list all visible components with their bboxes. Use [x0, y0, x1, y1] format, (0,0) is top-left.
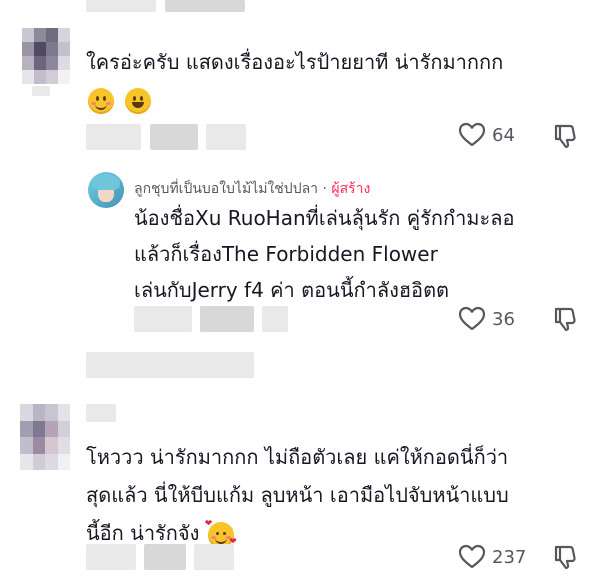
grinning-face-icon	[125, 88, 152, 114]
heart-icon	[458, 122, 486, 148]
avatar-detail	[92, 174, 120, 190]
like-count: 36	[492, 308, 515, 330]
comment-emojis	[88, 88, 157, 114]
blurred-meta	[206, 124, 246, 150]
reply-text: น้องชื่อXu RuoHanที่เล่นลุ้นรัก คู่รักกำ…	[134, 200, 515, 308]
smiling-face-icon	[88, 88, 114, 114]
reply-avatar[interactable]	[88, 172, 124, 208]
like-button[interactable]: 64	[458, 122, 515, 148]
blurred-meta	[165, 0, 245, 12]
separator: ·	[322, 181, 327, 197]
blurred-meta	[194, 544, 234, 570]
blurred-meta	[200, 306, 254, 332]
view-replies-blurred[interactable]	[86, 352, 254, 378]
like-button[interactable]: 237	[458, 544, 526, 570]
blurred-meta	[150, 124, 198, 150]
like-count: 237	[492, 546, 527, 568]
heart-icon	[458, 544, 486, 570]
dislike-icon[interactable]	[552, 544, 578, 570]
comment-text: โหววว น่ารักมากกก ไม่ถือตัวเลย แค่ให้กอด…	[86, 438, 509, 552]
blurred-meta	[86, 124, 141, 150]
dislike-icon[interactable]	[552, 306, 578, 332]
reply-header: ลูกชุบที่เป็นบอใบไม้ไม่ใช่ปปลา · ผู้สร้า…	[134, 178, 370, 200]
comment-text-line: สุดแล้ว นี่ให้บีบแก้ม ลูบหน้า เอามือไปจั…	[86, 483, 509, 507]
reply-username[interactable]: ลูกชุบที่เป็นบอใบไม้ไม่ใช่ปปลา	[134, 181, 318, 197]
avatar-shadow	[32, 86, 50, 96]
reply-text-line: แล้วก็เรื่องThe Forbidden Flower	[134, 242, 438, 266]
avatar[interactable]	[22, 28, 70, 84]
like-button[interactable]: 36	[458, 306, 515, 332]
creator-badge: ผู้สร้าง	[331, 181, 371, 197]
heart-icon	[458, 306, 486, 332]
comment-text: ใครอ่ะครับ แสดงเรื่องอะไรป้ายยาที น่ารัก…	[86, 44, 503, 80]
blurred-meta	[86, 404, 116, 422]
blurred-meta	[86, 544, 136, 570]
dislike-icon[interactable]	[552, 123, 578, 149]
blurred-meta	[134, 306, 192, 332]
avatar[interactable]	[20, 404, 70, 470]
comment-text-line: โหววว น่ารักมากกก ไม่ถือตัวเลย แค่ให้กอด…	[86, 445, 509, 469]
like-count: 64	[492, 124, 515, 146]
blurred-meta	[144, 544, 186, 570]
blurred-meta	[262, 306, 288, 332]
reply-text-line: น้องชื่อXu RuoHanที่เล่นลุ้นรัก คู่รักกำ…	[134, 206, 515, 230]
reply-text-line: เล่นกับJerry f4 ค่า ตอนนี้กำลังฮอิตต	[134, 278, 450, 302]
blurred-meta	[86, 0, 156, 12]
comment-text-line: ใครอ่ะครับ แสดงเรื่องอะไรป้ายยาที น่ารัก…	[86, 50, 504, 74]
